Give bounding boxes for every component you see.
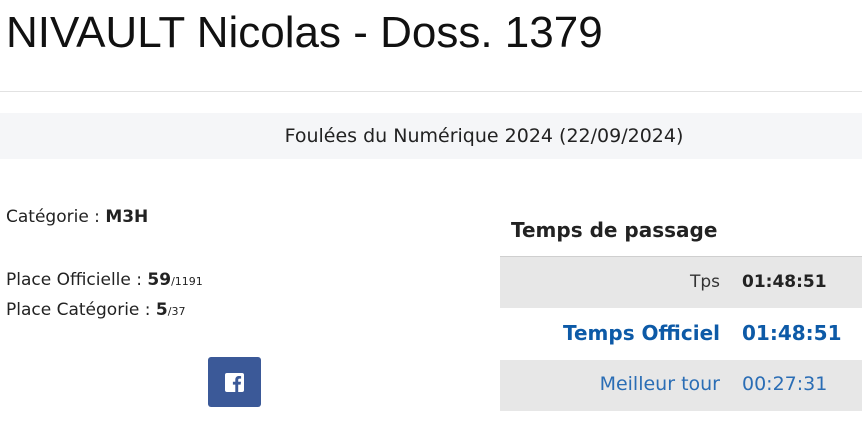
facebook-share-button[interactable]: [208, 357, 261, 407]
category-label: Catégorie :: [6, 207, 106, 227]
facebook-icon: [225, 373, 244, 392]
split-value: 01:48:51: [742, 272, 827, 292]
page-title: NIVAULT Nicolas - Doss. 1379: [6, 8, 603, 57]
event-banner: Foulées du Numérique 2024 (22/09/2024): [0, 113, 862, 159]
category-place-total: /37: [167, 305, 186, 318]
official-place-info: Place Officielle : 59/1191: [6, 270, 203, 290]
split-times-header: Temps de passage: [500, 204, 862, 257]
split-value: 00:27:31: [742, 373, 828, 395]
official-place-total: /1191: [171, 275, 203, 288]
split-row-tps: Tps 01:48:51: [500, 257, 862, 308]
split-times-panel: Temps de passage Tps 01:48:51 Temps Offi…: [500, 204, 862, 414]
event-title: Foulées du Numérique 2024 (22/09/2024): [284, 125, 684, 147]
category-place-value: 5: [155, 300, 168, 320]
official-place-value: 59: [147, 270, 172, 290]
split-value: 01:48:51: [742, 321, 842, 345]
header-divider: [0, 91, 862, 92]
split-label: Tps: [689, 272, 720, 292]
category-place-info: Place Catégorie : 5/37: [6, 300, 185, 320]
split-times-heading: Temps de passage: [511, 218, 718, 242]
split-row-best-lap: Meilleur tour 00:27:31: [500, 360, 862, 411]
category-place-label: Place Catégorie :: [6, 300, 156, 320]
split-label: Temps Officiel: [562, 321, 720, 345]
category-value: M3H: [105, 207, 149, 227]
split-label: Meilleur tour: [599, 373, 720, 395]
official-place-label: Place Officielle :: [6, 270, 148, 290]
split-row-official-time: Temps Officiel 01:48:51: [500, 308, 862, 359]
category-info: Catégorie : M3H: [6, 207, 148, 227]
